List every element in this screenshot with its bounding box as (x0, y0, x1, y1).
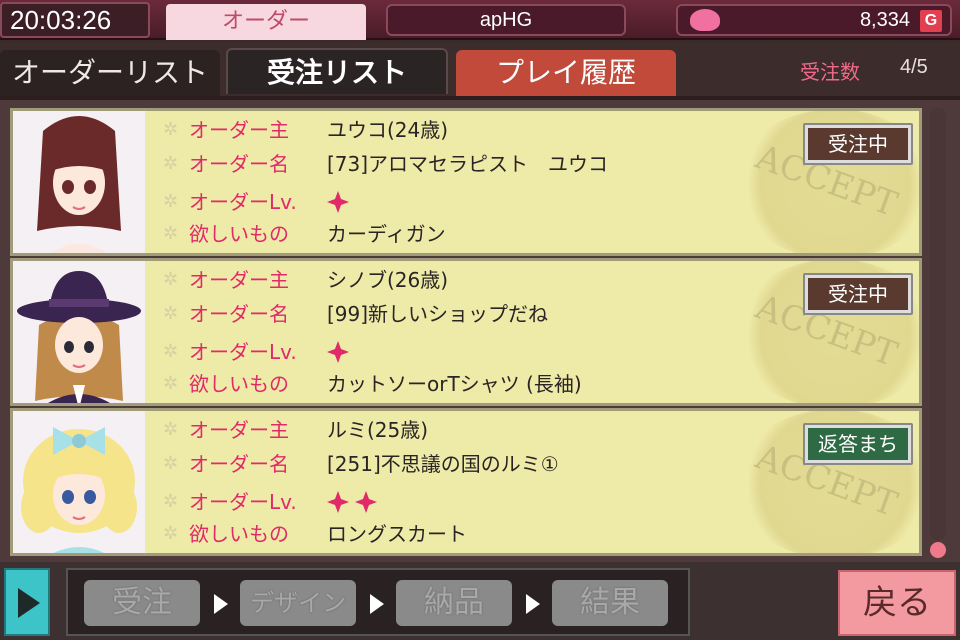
level-stars (327, 185, 355, 219)
tab-order-list[interactable]: オーダーリスト (0, 50, 220, 96)
client-value: ルミ(25歳) (327, 418, 429, 442)
client-value: ユウコ(24歳) (327, 118, 449, 142)
step-arrow-icon (214, 594, 228, 614)
sparkle-icon: ✲ (163, 523, 179, 544)
level-stars (327, 485, 383, 519)
sparkle-icon: ✲ (163, 491, 179, 512)
step-order: 受注 (84, 580, 200, 626)
tab-accepted-list[interactable]: 受注リスト (226, 48, 448, 94)
level-label: オーダーLv. (189, 490, 297, 514)
tab-play-history[interactable]: プレイ履歴 (456, 50, 676, 96)
sparkle-icon: ✲ (163, 153, 179, 174)
wish-label: 欲しいもの (189, 522, 289, 546)
level-label: オーダーLv. (189, 190, 297, 214)
player-name: apHG (386, 4, 626, 36)
order-count-label: 受注数 (800, 60, 860, 84)
wish-value: ロングスカート (327, 522, 467, 546)
avatar (13, 111, 145, 253)
clock: 20:03:26 (0, 2, 150, 38)
wish-label: 欲しいもの (189, 372, 289, 396)
sparkle-icon: ✲ (163, 453, 179, 474)
sparkle-icon: ✲ (163, 341, 179, 362)
order-count-value: 4/5 (900, 56, 928, 78)
order-name-value: [99]新しいショップだね (327, 302, 549, 326)
tab-row: オーダーリスト 受注リスト プレイ履歴 受注数 4/5 (0, 42, 960, 96)
level-stars (327, 335, 355, 369)
order-name-value: [251]不思議の国のルミ① (327, 452, 559, 476)
avatar (13, 261, 145, 403)
step-arrow-icon (526, 594, 540, 614)
level-diamond-icon (327, 491, 349, 513)
level-label: オーダーLv. (189, 340, 297, 364)
step-delivery: 納品 (396, 580, 512, 626)
wish-value: カーディガン (327, 222, 446, 246)
sparkle-icon: ✲ (163, 191, 179, 212)
order-card[interactable]: ACCEPT ✲ オーダー主 ユウコ(24歳) ✲ オーダー名 [73]アロマセ… (10, 108, 922, 256)
sparkle-icon: ✲ (163, 223, 179, 244)
sparkle-icon: ✲ (163, 269, 179, 290)
status-badge[interactable]: 受注中 (803, 273, 913, 315)
client-label: オーダー主 (189, 418, 289, 442)
client-value: シノブ(26歳) (327, 268, 449, 292)
order-name-label: オーダー名 (189, 302, 289, 326)
status-bar: 20:03:26 オーダー apHG 8,334 G (0, 0, 960, 40)
money-amount: 8,334 (859, 9, 910, 31)
mode-tab[interactable]: オーダー (166, 4, 366, 40)
step-arrow-icon (370, 594, 384, 614)
sparkle-icon: ✲ (163, 373, 179, 394)
level-diamond-icon (355, 491, 377, 513)
scroll-end-icon (930, 542, 946, 558)
progress-steps: 受注 デザイン 納品 結果 (66, 568, 690, 636)
money-display: 8,334 G (676, 4, 952, 36)
gold-currency-icon: G (920, 10, 942, 32)
status-label: 受注中 (808, 128, 908, 160)
order-card[interactable]: ACCEPT ✲ オーダー主 シノブ(26歳) ✲ オーダー名 [99]新しいシ… (10, 258, 922, 406)
order-name-label: オーダー名 (189, 152, 289, 176)
sparkle-icon: ✲ (163, 119, 179, 140)
client-label: オーダー主 (189, 268, 289, 292)
scroll-thumb[interactable] (930, 108, 946, 540)
avatar (13, 411, 145, 553)
level-diamond-icon (327, 341, 349, 363)
step-result: 結果 (552, 580, 668, 626)
order-card[interactable]: ACCEPT ✲ オーダー主 ルミ(25歳) ✲ オーダー名 [251]不思議の… (10, 408, 922, 556)
play-button[interactable] (4, 568, 50, 636)
level-diamond-icon (327, 191, 349, 213)
wish-label: 欲しいもの (189, 222, 289, 246)
order-name-value: [73]アロマセラピスト ユウコ (327, 152, 609, 176)
scrollbar[interactable] (930, 108, 946, 540)
purse-icon (690, 9, 720, 31)
sparkle-icon: ✲ (163, 303, 179, 324)
sparkle-icon: ✲ (163, 419, 179, 440)
order-name-label: オーダー名 (189, 452, 289, 476)
status-label: 返答まち (808, 428, 908, 460)
status-label: 受注中 (808, 278, 908, 310)
status-badge[interactable]: 返答まち (803, 423, 913, 465)
status-badge[interactable]: 受注中 (803, 123, 913, 165)
client-label: オーダー主 (189, 118, 289, 142)
back-button[interactable]: 戻る (838, 570, 956, 636)
wish-value: カットソーorTシャツ (長袖) (327, 372, 582, 396)
step-design: デザイン (240, 580, 356, 626)
